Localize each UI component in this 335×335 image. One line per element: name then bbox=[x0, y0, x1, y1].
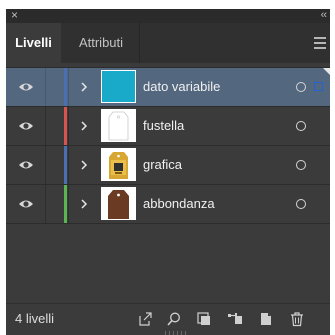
layer-color-bar bbox=[64, 185, 67, 223]
layer-thumbnail bbox=[101, 70, 136, 103]
layer-thumbnail bbox=[101, 109, 136, 142]
layer-name[interactable]: abbondanza bbox=[143, 185, 215, 223]
new-sublayer-icon[interactable] bbox=[227, 311, 243, 327]
chevron-right-icon[interactable] bbox=[77, 119, 91, 133]
layer-color-bar bbox=[64, 68, 67, 106]
target-circle-icon[interactable] bbox=[296, 121, 306, 131]
close-icon[interactable]: × bbox=[11, 9, 18, 22]
selection-indicator[interactable] bbox=[314, 82, 323, 91]
new-layer-icon[interactable] bbox=[258, 311, 274, 327]
column-divider bbox=[68, 185, 69, 223]
collapse-panel-icon[interactable]: ‹‹ bbox=[321, 9, 327, 22]
layer-name[interactable]: fustella bbox=[143, 107, 184, 145]
eye-icon[interactable] bbox=[18, 118, 34, 134]
layer-color-bar bbox=[64, 107, 67, 145]
layer-row-grafica[interactable]: grafica bbox=[6, 145, 330, 184]
column-divider bbox=[45, 107, 46, 145]
tab-bar: Livelli Attributi bbox=[6, 23, 330, 63]
chevron-right-icon[interactable] bbox=[77, 80, 91, 94]
target-circle-icon[interactable] bbox=[296, 82, 306, 92]
resize-grip[interactable] bbox=[163, 331, 187, 335]
chevron-right-icon[interactable] bbox=[77, 197, 91, 211]
trash-icon[interactable] bbox=[289, 311, 305, 327]
column-divider bbox=[68, 107, 69, 145]
layer-color-bar bbox=[64, 146, 67, 184]
tab-attributi[interactable]: Attributi bbox=[66, 23, 136, 63]
layer-name[interactable]: dato variabile bbox=[143, 68, 220, 106]
layer-row-dato-variabile[interactable]: dato variabile bbox=[6, 67, 330, 106]
layer-name[interactable]: grafica bbox=[143, 146, 182, 184]
layer-row-abbondanza[interactable]: abbondanza bbox=[6, 184, 330, 224]
layers-panel: × ‹‹ Livelli Attributi dato variabile fu… bbox=[6, 9, 330, 335]
target-circle-icon[interactable] bbox=[296, 160, 306, 170]
eye-icon[interactable] bbox=[18, 157, 34, 173]
layer-count: 4 livelli bbox=[15, 311, 55, 326]
tab-divider bbox=[139, 23, 140, 63]
column-divider bbox=[45, 185, 46, 223]
export-icon[interactable] bbox=[137, 311, 153, 327]
column-divider bbox=[68, 146, 69, 184]
eye-icon[interactable] bbox=[18, 79, 34, 95]
eye-icon[interactable] bbox=[18, 196, 34, 212]
column-divider bbox=[45, 68, 46, 106]
corner-marker bbox=[323, 68, 330, 75]
locate-object-icon[interactable] bbox=[166, 311, 182, 327]
tab-livelli[interactable]: Livelli bbox=[6, 23, 61, 63]
layer-list: dato variabile fustella grafica abbondan… bbox=[6, 67, 330, 224]
chevron-right-icon[interactable] bbox=[77, 158, 91, 172]
panel-titlebar: × ‹‹ bbox=[6, 9, 330, 23]
layer-thumbnail bbox=[101, 148, 136, 181]
layer-thumbnail bbox=[101, 187, 136, 220]
clipping-mask-icon[interactable] bbox=[196, 311, 212, 327]
column-divider bbox=[45, 146, 46, 184]
panel-menu-icon[interactable] bbox=[310, 33, 330, 53]
layer-row-fustella[interactable]: fustella bbox=[6, 106, 330, 145]
column-divider bbox=[68, 68, 69, 106]
panel-footer: 4 livelli bbox=[6, 303, 330, 335]
target-circle-icon[interactable] bbox=[296, 199, 306, 209]
